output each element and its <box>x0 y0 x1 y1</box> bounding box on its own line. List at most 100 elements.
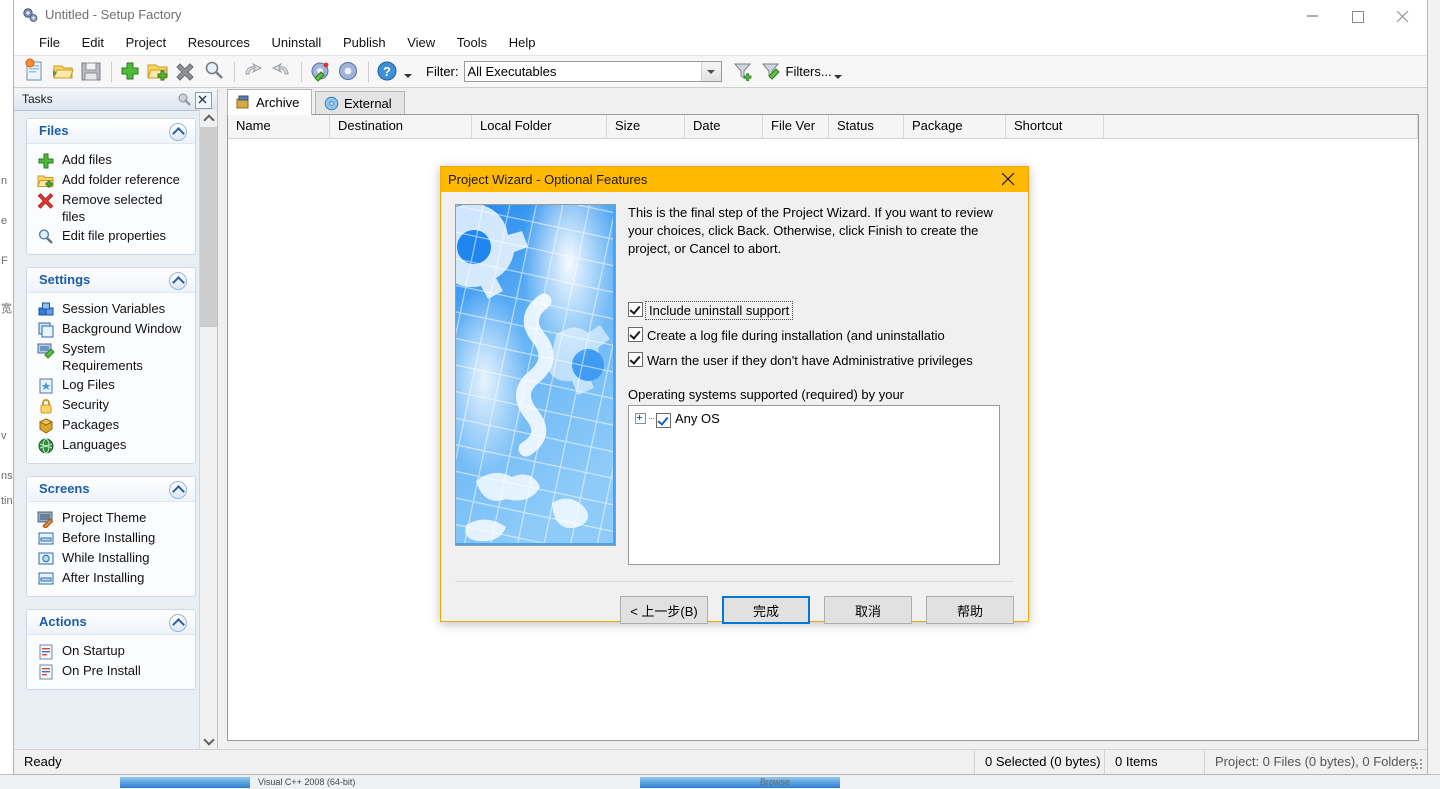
tasks-pane-close-icon[interactable] <box>195 92 212 109</box>
task-before-installing[interactable]: Before Installing <box>27 528 195 548</box>
checkbox-icon[interactable] <box>628 352 643 367</box>
task-security[interactable]: Security <box>27 395 195 415</box>
minimize-button[interactable] <box>1292 0 1337 30</box>
task-background-window[interactable]: Background Window <box>27 319 195 339</box>
column-header-package[interactable]: Package <box>904 115 1006 138</box>
menu-file[interactable]: File <box>30 31 69 54</box>
chevron-up-icon[interactable] <box>169 123 187 141</box>
plus-expander-icon[interactable] <box>635 413 646 424</box>
checkbox-warn-administrative-privileges[interactable]: Warn the user if they don't have Adminis… <box>628 350 973 368</box>
help-icon[interactable]: ? <box>374 58 402 86</box>
add-files-icon[interactable] <box>117 58 145 86</box>
toolbar-overflow-icon[interactable] <box>402 58 414 86</box>
add-folder-icon[interactable] <box>145 58 173 86</box>
resize-grip-icon[interactable] <box>1412 759 1424 771</box>
search-icon[interactable] <box>201 58 229 86</box>
blue-gears-grid-graphic <box>455 204 616 546</box>
checkbox-create-log-file[interactable]: Create a log file during installation (a… <box>628 325 945 343</box>
cancel-button[interactable]: 取消 <box>824 596 912 624</box>
help-button[interactable]: 帮助 <box>926 596 1014 624</box>
task-label: While Installing <box>62 550 150 565</box>
filters-label[interactable]: Filters... <box>786 64 832 79</box>
checkbox-icon[interactable] <box>628 327 643 342</box>
task-project-theme[interactable]: Project Theme <box>27 508 195 530</box>
column-header-filler <box>1104 115 1418 138</box>
task-on-startup[interactable]: On Startup <box>27 641 195 661</box>
chevron-up-icon[interactable] <box>169 272 187 290</box>
settings-gear-icon[interactable] <box>335 58 363 86</box>
filter-select[interactable]: All Executables <box>463 61 722 82</box>
operating-systems-tree[interactable]: Any OS <box>628 405 1000 565</box>
filters-icon[interactable] <box>758 58 786 86</box>
tasks-scrollbar[interactable] <box>199 110 217 749</box>
column-header-file-ver[interactable]: File Ver <box>763 115 829 138</box>
cd-icon <box>324 96 339 111</box>
checkbox-include-uninstall-support[interactable]: Include uninstall support <box>628 300 794 320</box>
column-header-name[interactable]: Name <box>228 115 330 138</box>
task-system-requirements[interactable]: System Requirements <box>27 339 195 375</box>
column-header-size[interactable]: Size <box>607 115 685 138</box>
build-settings-icon[interactable] <box>307 58 335 86</box>
filter-bar: Filter: All Executables Filters... <box>426 58 844 86</box>
scroll-up-icon[interactable] <box>200 110 217 127</box>
undo-icon[interactable] <box>240 58 268 86</box>
column-header-date[interactable]: Date <box>685 115 763 138</box>
menu-resources[interactable]: Resources <box>179 31 259 54</box>
new-file-icon[interactable] <box>22 58 50 86</box>
task-add-files[interactable]: Add files <box>27 150 195 170</box>
task-group-header[interactable]: Settings <box>27 268 195 293</box>
task-add-folder-reference[interactable]: Add folder reference <box>27 170 195 190</box>
menu-tools[interactable]: Tools <box>448 31 496 54</box>
package-icon <box>37 417 55 435</box>
task-group-header[interactable]: Actions <box>27 610 195 635</box>
task-packages[interactable]: Packages <box>27 415 195 435</box>
add-filter-icon[interactable] <box>730 58 758 86</box>
task-label: On Pre Install <box>62 663 141 678</box>
checkbox-icon[interactable] <box>656 413 671 428</box>
back-button[interactable]: < 上一步(B) <box>620 596 708 624</box>
task-label: Security <box>62 397 109 412</box>
pin-icon[interactable] <box>177 92 192 110</box>
task-log-files[interactable]: Log Files <box>27 375 195 395</box>
redo-icon[interactable] <box>268 58 296 86</box>
task-group-header[interactable]: Screens <box>27 477 195 502</box>
menu-project[interactable]: Project <box>117 31 175 54</box>
column-header-shortcut[interactable]: Shortcut <box>1006 115 1104 138</box>
task-while-installing[interactable]: While Installing <box>27 548 195 568</box>
chevron-up-icon[interactable] <box>169 614 187 632</box>
menu-uninstall[interactable]: Uninstall <box>262 31 330 54</box>
task-group-header[interactable]: Files <box>27 119 195 144</box>
close-button[interactable] <box>1382 0 1427 30</box>
filters-overflow-icon[interactable] <box>832 62 844 82</box>
task-label: System Requirements <box>62 341 143 373</box>
open-folder-icon[interactable] <box>50 58 78 86</box>
scrollbar-thumb[interactable] <box>200 127 217 327</box>
maximize-button[interactable] <box>1337 0 1382 30</box>
column-header-status[interactable]: Status <box>829 115 904 138</box>
task-edit-file-properties[interactable]: Edit file properties <box>27 226 195 246</box>
menu-edit[interactable]: Edit <box>73 31 113 54</box>
checkbox-icon[interactable] <box>628 302 643 317</box>
scroll-down-icon[interactable] <box>200 732 217 749</box>
save-icon[interactable] <box>78 58 106 86</box>
chevron-down-icon[interactable] <box>700 62 721 81</box>
menu-view[interactable]: View <box>398 31 444 54</box>
chevron-up-icon[interactable] <box>169 481 187 499</box>
finish-button[interactable]: 完成 <box>722 596 810 624</box>
task-after-installing[interactable]: After Installing <box>27 568 195 588</box>
tab-external[interactable]: External <box>314 90 405 116</box>
task-group-settings: Settings Session Variables Background Wi… <box>26 267 196 464</box>
tab-archive[interactable]: Archive <box>227 89 313 115</box>
dialog-close-button[interactable] <box>990 167 1028 192</box>
task-on-pre-install[interactable]: On Pre Install <box>27 661 195 681</box>
column-header-local-folder[interactable]: Local Folder <box>472 115 607 138</box>
menu-publish[interactable]: Publish <box>334 31 395 54</box>
delete-icon[interactable] <box>173 58 201 86</box>
tree-item-any-os[interactable]: Any OS <box>635 411 999 428</box>
task-session-variables[interactable]: Session Variables <box>27 299 195 319</box>
task-remove-selected-files[interactable]: Remove selected files <box>27 190 195 226</box>
task-label: Remove selected files <box>62 192 163 224</box>
task-languages[interactable]: Languages <box>27 435 195 455</box>
column-header-destination[interactable]: Destination <box>330 115 472 138</box>
menu-help[interactable]: Help <box>500 31 545 54</box>
